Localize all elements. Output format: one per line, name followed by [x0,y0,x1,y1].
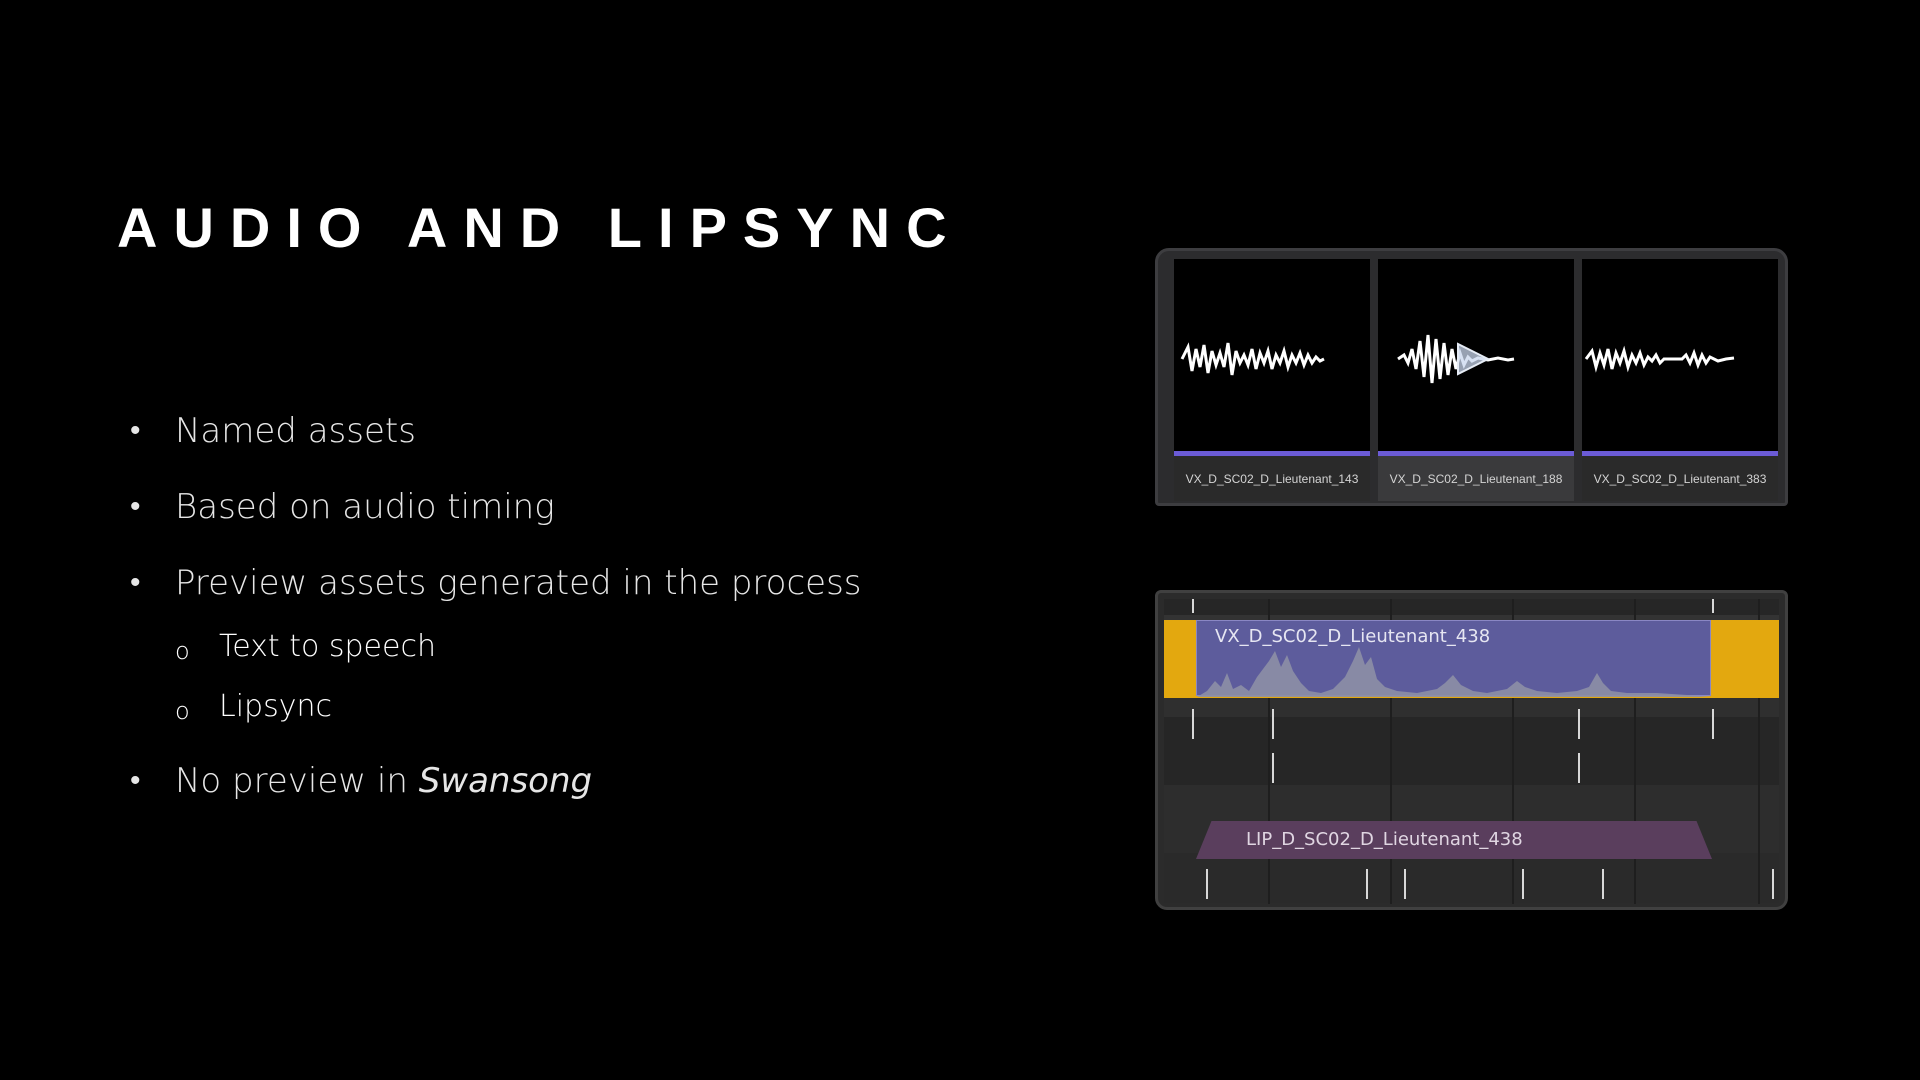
audio-clip[interactable]: VX_D_SC02_D_Lieutenant_438 [1196,620,1712,697]
timeline-ruler[interactable] [1164,599,1779,615]
sequencer-timeline: VX_D_SC02_D_Lieutenant_438 LIP_D_SC02_D_… [1155,590,1788,910]
play-icon[interactable] [1378,259,1574,451]
bullet-text-plain: No preview in [175,761,419,801]
audio-asset-tile-selected[interactable]: VX_D_SC02_D_Lieutenant_188 [1378,259,1574,501]
key-frame[interactable] [1404,869,1406,899]
waveform-icon [1180,342,1325,376]
audio-asset-tile[interactable]: VX_D_SC02_D_Lieutenant_143 [1174,259,1370,501]
key-frame[interactable] [1192,709,1194,739]
asset-name: VX_D_SC02_D_Lieutenant_383 [1593,472,1767,486]
bullet-emphasis: Swansong [418,761,593,801]
key-frame[interactable] [1522,869,1524,899]
asset-type-bar [1174,451,1370,456]
timeline-marker[interactable] [1192,599,1194,613]
bullet-text: Named assets [175,411,416,451]
audio-asset-browser: VX_D_SC02_D_Lieutenant_143 VX_D_SC02_D_L… [1155,248,1788,506]
sub-bullet-text: Text to speech [219,629,436,664]
audio-thumbnail [1174,259,1370,451]
audio-asset-tile[interactable]: VX_D_SC02_D_Lieutenant_383 [1582,259,1778,501]
empty-lane [1164,717,1779,785]
sub-bullet-glyph: o [175,697,190,725]
sub-bullet-glyph: o [175,637,190,665]
audio-section[interactable]: VX_D_SC02_D_Lieutenant_438 [1164,620,1779,698]
key-frame[interactable] [1366,869,1368,899]
audio-thumbnail [1582,259,1778,451]
key-frame[interactable] [1206,869,1208,899]
bullet-glyph: • [130,489,141,524]
asset-type-bar [1378,451,1574,456]
timeline-marker[interactable] [1712,599,1714,613]
key-frame[interactable] [1578,709,1580,739]
asset-name: VX_D_SC02_D_Lieutenant_188 [1389,472,1563,486]
sub-bullet-text: Lipsync [219,689,332,724]
asset-name: VX_D_SC02_D_Lieutenant_143 [1185,472,1359,486]
waveform-icon [1584,345,1735,373]
asset-type-bar [1582,451,1778,456]
key-frame[interactable] [1272,709,1274,739]
key-frame[interactable] [1712,709,1714,739]
lipsync-clip-label: LIP_D_SC02_D_Lieutenant_438 [1246,829,1523,850]
bullet-glyph: • [130,413,141,448]
bullet-glyph: • [130,565,141,600]
bullet-text: Preview assets generated in the process [175,563,862,603]
key-frame[interactable] [1772,869,1774,899]
bullet-text: Based on audio timing [175,487,555,527]
key-frame[interactable] [1578,753,1580,783]
key-frame[interactable] [1602,869,1604,899]
lipsync-clip[interactable]: LIP_D_SC02_D_Lieutenant_438 [1196,821,1712,859]
key-frame[interactable] [1272,753,1274,783]
audio-thumbnail [1378,259,1574,451]
bullet-glyph: • [130,763,141,798]
lipsync-keys-lane [1164,853,1779,903]
audio-clip-label: VX_D_SC02_D_Lieutenant_438 [1215,626,1491,647]
bullet-text: No preview in Swansong [175,758,592,804]
slide-title: AUDIO AND LIPSYNC [117,196,963,259]
